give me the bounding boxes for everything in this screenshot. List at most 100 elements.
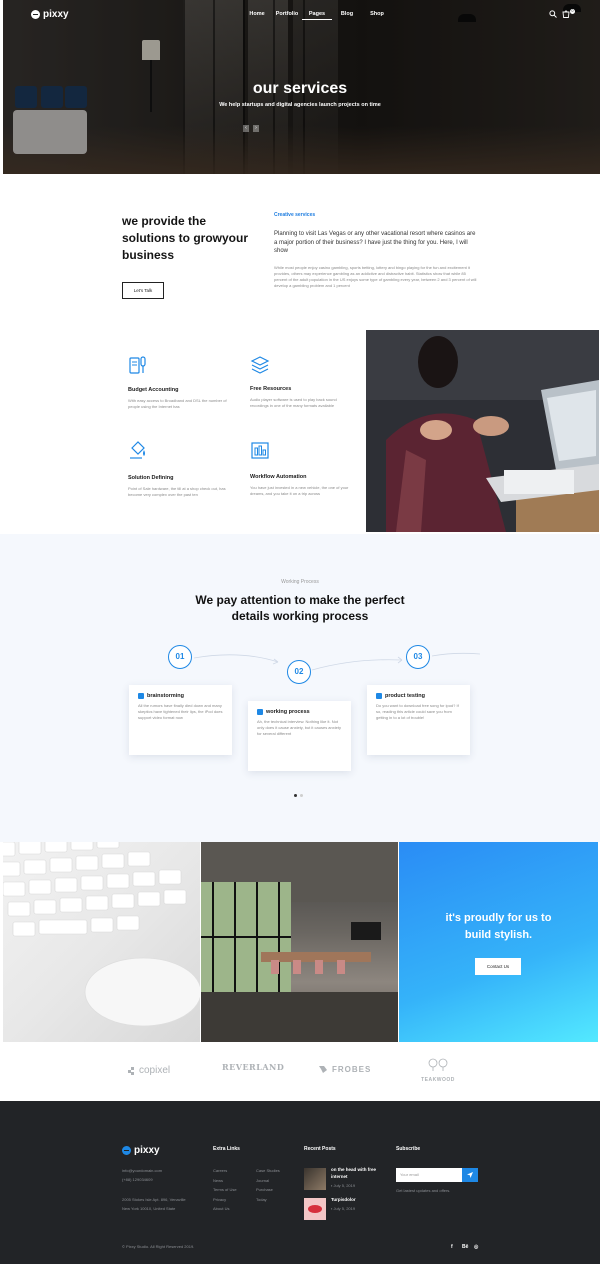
brand-logo-teakwood[interactable]: TEAKWOOD [418,1058,458,1083]
logo-icon [122,1146,131,1155]
copixel-icon [128,1066,134,1075]
brand-name: TEAKWOOD [421,1077,455,1083]
main-nav: Home Portfolio Pages Blog Shop [242,11,392,20]
office-interior-photo [201,842,398,1042]
footer-link-today[interactable]: Today [256,1195,280,1205]
nav-home[interactable]: Home [242,11,272,20]
test-icon [376,693,382,699]
cta-panel: it's proudly for us to build stylish. Co… [399,842,598,1042]
nav-portfolio[interactable]: Portfolio [272,11,302,20]
feature-desc: With easy access to Broadband and DSL th… [128,398,227,409]
recent-post-date: ▪ July 5, 2019 [331,1206,355,1212]
page: pixxy Home Portfolio Pages Blog Shop 0 o… [0,0,600,1264]
provide-title-line: solutions to growyour [122,231,248,245]
subscribe-note: Get lastest updates and offers. [396,1188,451,1193]
card-title: brainstorming [147,693,184,699]
feature-title: Budget Accounting [128,387,179,393]
workflow-icon [251,442,269,459]
hero-next-arrow[interactable]: › [253,125,259,132]
carousel-dot-1[interactable] [294,794,297,797]
brand-logo-copixel[interactable]: copixel [128,1065,170,1076]
card-desc: All the rumors have finally died down an… [138,703,223,720]
header-logo[interactable]: pixxy [31,9,69,20]
footer-phone[interactable]: (+88) 129034609 [122,1177,153,1183]
recent-post-title[interactable]: on the head with free internet [331,1166,376,1180]
footer-logo[interactable]: pixxy [122,1145,160,1156]
card-desc: Ah, the technical interview. Nothing lik… [257,719,341,736]
provide-body-text: While most people enjoy casino gambling,… [274,265,477,288]
laptop-photo-art [366,330,599,532]
send-icon [467,1172,473,1178]
subscribe-email-input[interactable]: Your email [396,1168,462,1182]
feature-workflow-automation: Workflow Automation You have just invest… [250,440,350,497]
recent-post-date: ▪ July 5, 2019 [331,1183,355,1189]
process-title-line: details working process [231,609,369,623]
post-title-line: Turpisdolor [331,1197,356,1202]
layers-icon [250,356,270,374]
process-card-product-testing: product testing Do you want to download … [367,685,470,755]
cube-icon [257,709,263,715]
process-title-line: We pay attention to make the perfect [195,593,405,607]
nav-blog[interactable]: Blog [332,11,362,20]
nav-pages[interactable]: Pages [302,11,332,20]
brand-logo-frobes[interactable]: FROBES [318,1064,371,1074]
process-card-working-process: working process Ah, the technical interv… [248,701,351,771]
step-number-01: 01 [168,645,192,669]
card-title: product testing [385,693,426,699]
extra-links-col-2: Case Studies Journal Purchase Today [256,1166,280,1204]
nav-shop[interactable]: Shop [362,11,392,20]
brand-name: REVERLAND [222,1062,285,1072]
footer-link-purchase[interactable]: Purchase [256,1185,280,1195]
brand-name: FROBES [332,1064,372,1074]
feature-desc: You have just invested in a new vehicle,… [250,485,349,496]
post-thumbnail[interactable] [304,1168,326,1190]
footer-link-about[interactable]: About Us [213,1204,237,1214]
provide-title-line: we provide the [122,214,207,228]
post-title-line: internet [331,1174,348,1179]
card-desc: Do you want to download free song for ip… [376,703,459,720]
feature-title: Workflow Automation [250,474,307,480]
logo-text: pixxy [43,9,69,20]
feature-title: Free Resources [250,386,292,392]
cta-title: it's proudly for us to build stylish. [399,910,598,944]
provide-title-line: business [122,248,175,262]
card-title: working process [266,709,310,715]
hero-prev-arrow[interactable]: ‹ [243,125,249,132]
footer-link-case-studies[interactable]: Case Studies [256,1166,280,1176]
search-icon[interactable] [549,10,557,18]
hero-slider-arrows: ‹ › [243,125,259,132]
post-thumbnail[interactable] [304,1198,326,1220]
cart-icon[interactable] [562,10,570,18]
recent-post-title[interactable]: Turpisdolor [331,1197,356,1202]
process-card-brainstorming: brainstorming All the rumors have finall… [129,685,232,755]
provide-title: we provide the solutions to growyour bus… [122,213,262,264]
accounting-icon [129,356,146,374]
footer [0,1101,600,1264]
subscribe-title: Subscribe [396,1146,421,1152]
cart-count-badge: 0 [570,9,575,14]
footer-link-journal[interactable]: Journal [256,1176,280,1186]
hero-subtitle: We help startups and digital agencies la… [219,102,381,108]
footer-link-privacy[interactable]: Privacy [213,1195,237,1205]
carousel-dot-2[interactable] [300,794,303,797]
footer-link-news[interactable]: News [213,1176,237,1186]
address-line: 2005 Stokes Isle Apt. 896, Venaville [122,1197,186,1202]
recent-posts-title: Recent Posts [304,1146,336,1152]
subscribe-send-button[interactable] [462,1168,478,1182]
lets-talk-button[interactable]: Let's Talk [122,282,164,299]
lips-image [308,1205,322,1213]
footer-link-careers[interactable]: Careers [213,1166,237,1176]
cta-title-line: build stylish. [464,929,533,941]
cta-title-line: it's proudly for us to [445,912,552,924]
footer-email[interactable]: info@yourdomain.com [122,1168,162,1174]
contact-us-button[interactable]: Contact Us [475,958,521,975]
dribbble-icon[interactable]: ◎ [474,1244,478,1250]
footer-link-terms[interactable]: Terms of Use [213,1185,237,1195]
behance-icon[interactable]: Bē [462,1244,468,1250]
hero-title: our services [252,80,348,97]
brand-logo-reverland[interactable]: REVERLAND [222,1062,284,1072]
frobes-icon [319,1066,327,1073]
carousel-dots [294,794,303,797]
keyboard-photo-art [3,842,200,1027]
facebook-icon[interactable]: f [451,1244,453,1250]
